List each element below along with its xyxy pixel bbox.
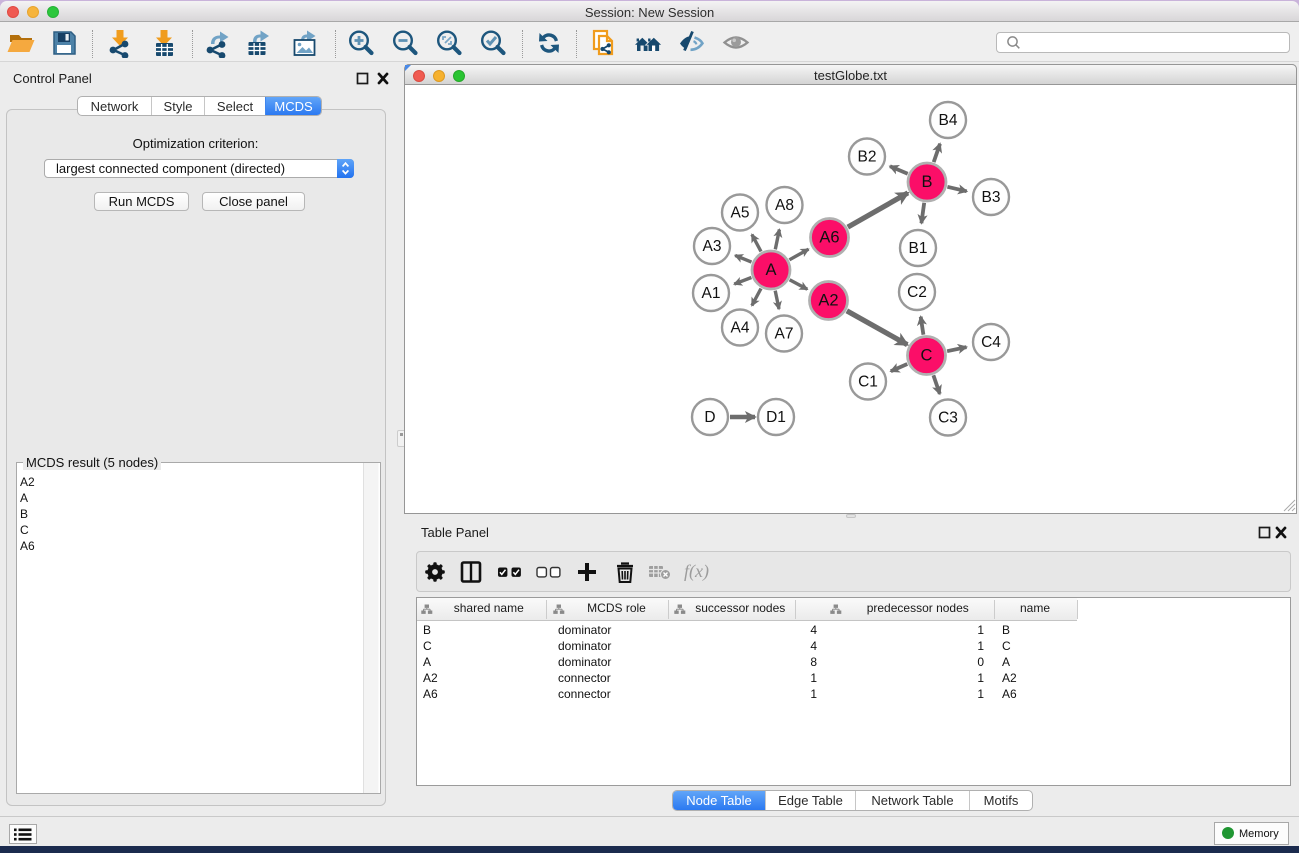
- svg-text:A7: A7: [775, 326, 794, 343]
- svg-text:B2: B2: [858, 149, 877, 166]
- svg-text:A8: A8: [775, 197, 794, 214]
- svg-text:B: B: [921, 173, 932, 191]
- svg-text:B4: B4: [939, 112, 958, 129]
- svg-text:D: D: [704, 409, 715, 426]
- svg-text:A1: A1: [702, 285, 721, 302]
- svg-text:B1: B1: [909, 240, 928, 257]
- svg-text:A5: A5: [731, 205, 750, 222]
- svg-text:A2: A2: [818, 292, 838, 310]
- svg-text:B3: B3: [982, 189, 1001, 206]
- svg-text:A: A: [765, 261, 776, 279]
- svg-text:A6: A6: [819, 229, 839, 247]
- svg-text:C: C: [921, 347, 933, 365]
- svg-text:C4: C4: [981, 334, 1001, 351]
- svg-text:C2: C2: [907, 284, 927, 301]
- svg-text:A3: A3: [703, 238, 722, 255]
- svg-text:D1: D1: [766, 409, 786, 426]
- svg-text:A4: A4: [731, 320, 750, 337]
- svg-text:C1: C1: [858, 374, 878, 391]
- svg-text:C3: C3: [938, 410, 958, 427]
